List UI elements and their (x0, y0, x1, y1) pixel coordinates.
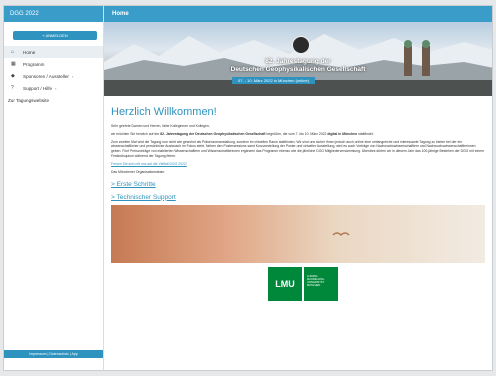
handshake-icon: ◆ (11, 73, 15, 79)
calendar-icon: ▦ (11, 61, 16, 67)
lmu-name-logo: LUDWIG-MAXIMILIANS-UNIVERSITÄT MÜNCHEN (304, 266, 338, 301)
login-button[interactable]: + ANMELDEN (13, 31, 97, 40)
sidebar-item-tagungswebsite[interactable]: Zur Tagungswebsite (4, 94, 103, 106)
home-icon: ⌂ (11, 49, 15, 55)
sidebar: DGG 2022 + ANMELDEN ⌂ Home ▦ Programm ◆ … (4, 6, 104, 370)
sidebar-item-sponsoren[interactable]: ◆ Sponsoren / Aussteller › (4, 70, 103, 82)
chevron-right-icon: › (55, 85, 57, 91)
signature-text: Das Münchener Organisationsteam (111, 169, 165, 174)
lmu-logo: LMU (268, 266, 302, 301)
intro-text: stattfindet. (357, 131, 374, 136)
dgg-2022-link[interactable]: Freuen Sie sich mit uns auf die Vielfalt… (111, 162, 485, 166)
intro-paragraph: wir möchten Sie herzlich auf der 82. Jah… (111, 132, 485, 137)
dgg-logo (292, 36, 310, 54)
sidebar-item-label: Home (23, 49, 36, 55)
greeting-text: Sehr geehrte Damen und Herren, liebe Kol… (111, 124, 210, 128)
sidebar-item-label: Programm (23, 61, 45, 67)
banner-date: 07. - 10. März 2022 in München (online) (232, 77, 315, 84)
banner-title-line2: Deutschen Geophysikalischen Gesellschaft (230, 66, 366, 73)
bird-illustration (332, 231, 350, 236)
banner-title-line1: 82. Jahrestagung der (265, 58, 331, 65)
welcome-section: Herzlich Willkommen! Sehr geehrte Damen … (104, 96, 492, 301)
logo-row: LMU LUDWIG-MAXIMILIANS-UNIVERSITÄT MÜNCH… (111, 266, 485, 301)
tech-support-link[interactable]: > Technischer Support (111, 194, 485, 201)
main-content: Home 82. Jahrestagung der Deutschen Geop… (104, 6, 492, 370)
sidebar-item-label: Zur Tagungswebsite (8, 97, 50, 103)
intro-text: wir möchten Sie herzlich auf der (111, 131, 161, 136)
question-icon: ? (11, 85, 14, 91)
sidebar-item-programm[interactable]: ▦ Programm (4, 58, 103, 70)
page-header: Home (104, 6, 492, 22)
sidebar-item-label: Sponsoren / Aussteller (23, 73, 69, 79)
decorative-image (111, 204, 485, 263)
banner-title: 82. Jahrestagung der Deutschen Geophysik… (104, 58, 492, 74)
sidebar-item-home[interactable]: ⌂ Home (4, 46, 103, 58)
description-paragraph: Zum zweiten Mal wird die Tagung nun nich… (111, 139, 484, 158)
location-text: digital in München (327, 131, 358, 136)
sidebar-item-label: Support / Hilfe (23, 85, 53, 91)
intro-text: begrüßen, die vom 7. bis 10. März 2022 (265, 131, 328, 136)
app-window: DGG 2022 + ANMELDEN ⌂ Home ▦ Programm ◆ … (3, 5, 493, 371)
sidebar-footer-links[interactable]: Impressum | Datenschutz | App (4, 350, 103, 358)
sidebar-title: DGG 2022 (4, 6, 103, 22)
conference-banner: 82. Jahrestagung der Deutschen Geophysik… (104, 22, 492, 96)
welcome-heading: Herzlich Willkommen! (111, 106, 217, 118)
chevron-right-icon: › (71, 73, 74, 79)
sidebar-item-support[interactable]: ? Support / Hilfe › (4, 82, 103, 94)
conference-name: 82. Jahrestagung der Deutschen Geophysik… (160, 131, 266, 136)
first-steps-link[interactable]: > Erste Schritte (111, 181, 485, 188)
